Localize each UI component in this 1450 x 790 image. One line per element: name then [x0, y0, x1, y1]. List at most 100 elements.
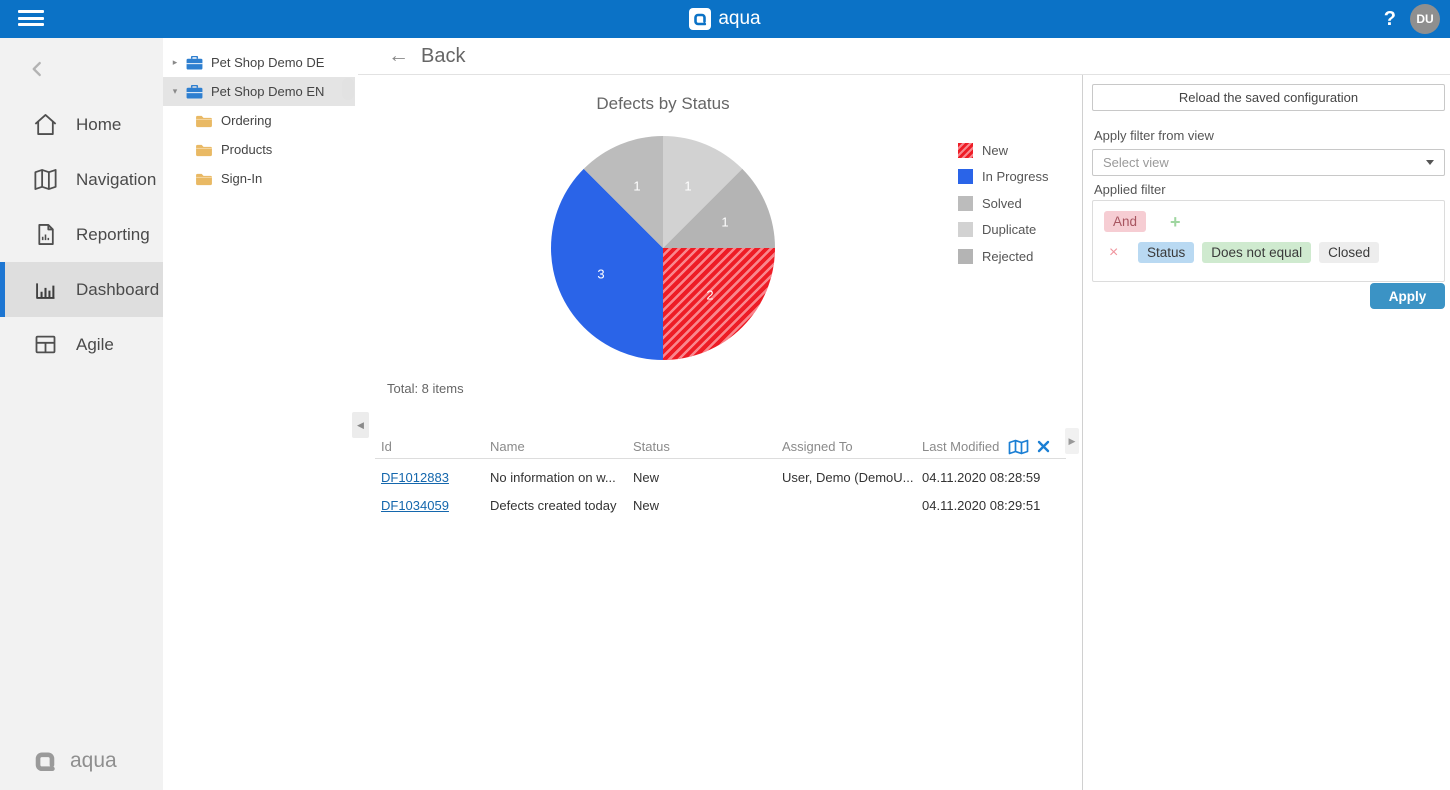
- sidebar-item-dashboard[interactable]: Dashboard: [0, 262, 163, 317]
- condition-operator-chip[interactable]: Does not equal: [1202, 242, 1311, 263]
- view-select-placeholder: Select view: [1103, 155, 1426, 170]
- footer-brand-name: aqua: [70, 749, 117, 773]
- column-header-status[interactable]: Status: [633, 439, 782, 454]
- condition-field-chip[interactable]: Status: [1138, 242, 1194, 263]
- project-tree: ▸ Pet Shop Demo DE ▾ Pet Shop Demo EN Or…: [163, 38, 358, 790]
- total-items-label: Total: 8 items: [387, 381, 464, 396]
- tree-scrollbar-thumb[interactable]: [342, 78, 354, 100]
- map-icon: [32, 166, 59, 193]
- table-row[interactable]: DF1034059 Defects created today New 04.1…: [381, 491, 1071, 519]
- home-icon: [32, 111, 59, 138]
- back-button[interactable]: ← Back: [388, 44, 465, 68]
- aqua-logo-icon-gray: [28, 744, 62, 778]
- add-condition-icon[interactable]: +: [1170, 213, 1181, 231]
- widget-area: Defects by Status 1 1 2 3 1 New In Progr…: [358, 75, 1082, 790]
- folder-icon: [195, 143, 213, 157]
- triangle-left-icon: ◀: [357, 420, 364, 431]
- chevron-down-icon: [1426, 160, 1434, 165]
- legend-swatch-new: [958, 143, 973, 158]
- defect-id-link[interactable]: DF1034059: [381, 498, 449, 513]
- brand-name: aqua: [718, 8, 760, 30]
- column-header-name[interactable]: Name: [490, 439, 633, 454]
- cell-last-modified: 04.11.2020 08:28:59: [922, 470, 1071, 485]
- project-briefcase-icon: [186, 56, 203, 70]
- help-icon[interactable]: ?: [1384, 8, 1396, 31]
- legend-item-rejected: Rejected: [958, 243, 1048, 270]
- sidebar-item-reporting[interactable]: Reporting: [0, 207, 163, 262]
- legend-swatch-duplicate: [958, 222, 973, 237]
- tree-panel-collapse-handle[interactable]: ◀: [352, 412, 369, 438]
- legend-swatch-solved: [958, 196, 973, 211]
- tree-item-label: Products: [221, 142, 272, 157]
- column-header-id[interactable]: Id: [381, 439, 490, 454]
- top-bar: aqua ? DU: [0, 0, 1450, 38]
- tree-item-label: Sign-In: [221, 171, 262, 186]
- chart-title: Defects by Status: [358, 94, 968, 114]
- tree-item-products[interactable]: Products: [163, 135, 355, 164]
- sidebar-item-label: Agile: [76, 335, 114, 355]
- column-header-last-modified[interactable]: Last Modified: [922, 439, 999, 454]
- close-column-icon[interactable]: [1037, 440, 1050, 453]
- tree-item-ordering[interactable]: Ordering: [163, 106, 355, 135]
- legend-swatch-in-progress: [958, 169, 973, 184]
- legend-item-duplicate: Duplicate: [958, 217, 1048, 244]
- reload-configuration-button[interactable]: Reload the saved configuration: [1092, 84, 1445, 111]
- table-header-divider: [375, 458, 1066, 459]
- tree-item-pet-shop-demo-de[interactable]: ▸ Pet Shop Demo DE: [163, 48, 355, 77]
- pie-chart[interactable]: 1 1 2 3 1: [551, 136, 775, 360]
- legend-item-solved: Solved: [958, 190, 1048, 217]
- cell-status: New: [633, 498, 782, 513]
- sidebar-item-label: Dashboard: [76, 280, 159, 300]
- filter-panel-collapse-handle[interactable]: ▶: [1065, 428, 1079, 454]
- sidebar-item-home[interactable]: Home: [0, 97, 163, 152]
- remove-condition-icon[interactable]: ×: [1109, 244, 1125, 262]
- table-row[interactable]: DF1012883 No information on w... New Use…: [381, 463, 1071, 491]
- applied-filter-box: And + × Status Does not equal Closed: [1092, 200, 1445, 282]
- defects-table: Id Name Status Assigned To Last Modified: [381, 435, 1071, 458]
- cell-name: Defects created today: [490, 498, 633, 513]
- sidebar-item-agile[interactable]: Agile: [0, 317, 163, 372]
- legend-item-new: New: [958, 137, 1048, 164]
- avatar[interactable]: DU: [1410, 4, 1440, 34]
- aqua-logo-icon: [689, 8, 711, 30]
- pie-value-solved: 1: [633, 179, 640, 194]
- sidebar-item-label: Home: [76, 115, 121, 135]
- chart-legend: New In Progress Solved Duplicate Rejecte…: [958, 137, 1048, 270]
- tree-item-label: Pet Shop Demo EN: [211, 84, 324, 99]
- sidebar-item-label: Reporting: [76, 225, 150, 245]
- report-document-icon: [32, 221, 59, 248]
- cell-last-modified: 04.11.2020 08:29:51: [922, 498, 1071, 513]
- pie-value-rejected: 1: [721, 215, 728, 230]
- condition-value-chip[interactable]: Closed: [1319, 242, 1379, 263]
- map-view-icon[interactable]: [1008, 439, 1029, 455]
- triangle-right-icon: ▶: [1069, 436, 1076, 447]
- chevron-right-icon[interactable]: ▸: [170, 57, 180, 68]
- legend-item-in-progress: In Progress: [958, 164, 1048, 191]
- pie-value-new: 2: [706, 288, 713, 303]
- chevron-down-icon[interactable]: ▾: [170, 86, 180, 97]
- content-header: ← Back: [358, 38, 1450, 75]
- tree-item-label: Ordering: [221, 113, 272, 128]
- apply-button[interactable]: Apply: [1370, 283, 1445, 309]
- column-header-assigned-to[interactable]: Assigned To: [782, 439, 922, 454]
- filter-panel: Reload the saved configuration Apply fil…: [1083, 75, 1450, 790]
- filter-operator-chip[interactable]: And: [1104, 211, 1146, 232]
- cell-name: No information on w...: [490, 470, 633, 485]
- sidebar: Home Navigation Reporting Dashboard: [0, 38, 163, 790]
- tree-item-sign-in[interactable]: Sign-In: [163, 164, 355, 193]
- sidebar-collapse-icon[interactable]: [24, 56, 50, 87]
- pie-hatch-overlay: [663, 248, 775, 360]
- folder-icon: [195, 114, 213, 128]
- sidebar-item-label: Navigation: [76, 170, 156, 190]
- sidebar-item-navigation[interactable]: Navigation: [0, 152, 163, 207]
- view-select-dropdown[interactable]: Select view: [1092, 149, 1445, 176]
- cell-assigned-to: User, Demo (DemoU...: [782, 470, 922, 485]
- pie-value-in-progress: 3: [597, 267, 604, 282]
- footer-brand: aqua: [28, 744, 117, 778]
- apply-filter-from-view-label: Apply filter from view: [1094, 128, 1214, 143]
- defect-id-link[interactable]: DF1012883: [381, 470, 449, 485]
- project-briefcase-icon: [186, 85, 203, 99]
- table-header-row: Id Name Status Assigned To Last Modified: [381, 435, 1071, 458]
- back-arrow-icon: ←: [388, 44, 409, 68]
- tree-item-pet-shop-demo-en[interactable]: ▾ Pet Shop Demo EN: [163, 77, 355, 106]
